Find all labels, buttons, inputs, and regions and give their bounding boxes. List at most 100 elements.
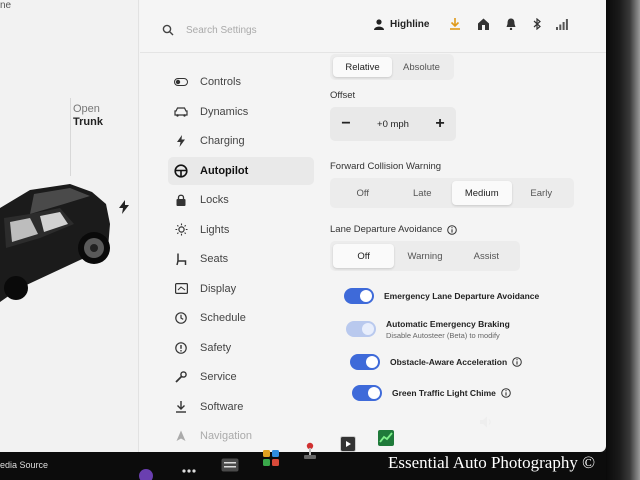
fcw-option-late[interactable]: Late xyxy=(393,181,453,205)
fcw-option-early[interactable]: Early xyxy=(512,181,572,205)
sidebar-item-label: Display xyxy=(200,282,237,295)
offset-label: Offset xyxy=(330,90,356,101)
fcw-option-off[interactable]: Off xyxy=(333,181,393,205)
sidebar-item-safety[interactable]: Safety xyxy=(168,334,314,362)
download-icon xyxy=(174,400,188,414)
display-icon xyxy=(174,282,188,296)
fcw-selector: Off Late Medium Early xyxy=(330,178,574,208)
lda-option-assist[interactable]: Assist xyxy=(456,244,517,268)
settings-screen: ne Open Trunk H xyxy=(0,0,606,452)
toggle-sublabel: Disable Autosteer (Beta) to modify xyxy=(386,330,500,340)
photo-watermark: Essential Auto Photography © xyxy=(388,453,595,472)
clock-icon xyxy=(174,311,188,325)
lda-label: Lane Departure Avoidance xyxy=(330,224,592,235)
sidebar-item-label: Safety xyxy=(200,341,232,354)
toggle-icon xyxy=(174,75,188,89)
seat-icon xyxy=(174,252,188,266)
sidebar-item-label: Software xyxy=(200,400,244,413)
lda-option-off[interactable]: Off xyxy=(333,244,395,268)
sidebar-item-locks[interactable]: Locks xyxy=(168,186,314,214)
sidebar-item-software[interactable]: Software xyxy=(168,393,314,421)
bolt-icon xyxy=(174,134,188,148)
toggle-label: Automatic Emergency Braking xyxy=(386,318,510,329)
lda-option-warning[interactable]: Warning xyxy=(394,244,455,268)
offset-value: +0 mph xyxy=(377,118,409,130)
navigation-icon xyxy=(174,429,188,443)
green-traffic-light-chime-toggle[interactable] xyxy=(352,385,382,401)
sidebar-item-label: Controls xyxy=(200,76,241,88)
sidebar-item-dynamics[interactable]: Dynamics xyxy=(168,98,314,126)
car-top-text: ne xyxy=(0,0,12,11)
toggle-row-aeb: Automatic Emergency Braking Disable Auto… xyxy=(346,318,592,340)
sidebar-item-schedule[interactable]: Schedule xyxy=(168,304,314,332)
more-icon[interactable] xyxy=(182,469,196,473)
lock-icon xyxy=(174,193,188,207)
speed-mode-absolute[interactable]: Absolute xyxy=(392,57,451,77)
settings-sidebar: Controls Dynamics Charging Autopilot Loc… xyxy=(168,68,314,452)
settings-header: Highline xyxy=(140,0,606,53)
toggle-row-emergency-lane: Emergency Lane Departure Avoidance xyxy=(344,285,592,307)
person-icon xyxy=(374,19,384,30)
sidebar-item-label: Dynamics xyxy=(200,105,249,118)
profile-name: Highline xyxy=(390,19,430,30)
volume-icon[interactable] xyxy=(480,416,492,428)
chart-icon[interactable] xyxy=(378,430,394,446)
bluetooth-icon[interactable] xyxy=(533,18,541,30)
offset-stepper: − +0 mph + xyxy=(330,107,456,141)
sidebar-item-lights[interactable]: Lights xyxy=(168,216,314,244)
obstacle-aware-acceleration-toggle[interactable] xyxy=(350,354,380,370)
bell-icon[interactable] xyxy=(506,18,516,30)
sidebar-item-label: Service xyxy=(200,371,237,383)
info-icon[interactable] xyxy=(501,388,511,398)
fcw-option-medium[interactable]: Medium xyxy=(452,181,512,205)
wrench-icon xyxy=(174,370,188,384)
toggle-row-obstacle: Obstacle-Aware Acceleration xyxy=(350,351,592,373)
speed-mode-relative[interactable]: Relative xyxy=(333,57,392,77)
signal-icon xyxy=(556,19,568,30)
toggle-row-green-light: Green Traffic Light Chime xyxy=(352,382,592,404)
sidebar-item-seats[interactable]: Seats xyxy=(168,245,314,273)
sidebar-item-charging[interactable]: Charging xyxy=(168,127,314,155)
sidebar-item-controls[interactable]: Controls xyxy=(168,68,314,96)
sidebar-item-label: Seats xyxy=(200,253,229,265)
app-icon[interactable] xyxy=(138,468,154,480)
trunk-divider xyxy=(70,98,71,176)
home-icon[interactable] xyxy=(478,18,489,30)
media-source-label[interactable]: edia Source xyxy=(0,460,48,470)
info-icon[interactable] xyxy=(447,224,458,235)
sidebar-item-service[interactable]: Service xyxy=(168,363,314,391)
charge-bolt-icon xyxy=(119,200,129,214)
sidebar-item-autopilot[interactable]: Autopilot xyxy=(168,156,314,185)
sidebar-item-label: Lights xyxy=(200,223,230,236)
trunk-button[interactable]: Trunk xyxy=(73,116,103,128)
car-panel: ne Open Trunk xyxy=(0,0,139,452)
game-icon[interactable] xyxy=(262,449,280,467)
joystick-icon[interactable] xyxy=(303,442,317,460)
info-icon[interactable] xyxy=(512,357,522,367)
alert-icon xyxy=(174,341,188,355)
automatic-emergency-braking-toggle xyxy=(346,321,376,337)
fcw-label: Forward Collision Warning xyxy=(330,161,442,172)
trunk-open-label[interactable]: Open xyxy=(73,103,100,115)
sidebar-item-display[interactable]: Display xyxy=(168,275,314,303)
card-icon[interactable] xyxy=(221,458,239,472)
screen-bezel xyxy=(606,0,640,480)
theater-icon[interactable] xyxy=(340,436,356,452)
offset-decrease-button[interactable]: − xyxy=(338,115,354,133)
sidebar-item-navigation[interactable]: Navigation xyxy=(168,422,314,450)
search-icon xyxy=(162,24,174,36)
steering-wheel-icon xyxy=(174,163,188,178)
offset-increase-button[interactable]: + xyxy=(432,115,448,133)
download-icon[interactable] xyxy=(450,18,460,30)
sidebar-item-label: Charging xyxy=(200,135,245,147)
toggle-label: Obstacle-Aware Acceleration xyxy=(390,357,508,367)
sidebar-item-label: Autopilot xyxy=(200,164,249,177)
search-input[interactable] xyxy=(184,19,358,41)
lda-selector: Off Warning Assist xyxy=(330,241,520,271)
sidebar-item-label: Schedule xyxy=(200,312,246,324)
emergency-lane-departure-toggle[interactable] xyxy=(344,288,374,304)
toggle-label: Emergency Lane Departure Avoidance xyxy=(384,291,540,301)
driver-profile[interactable]: Highline xyxy=(374,19,429,30)
car-image xyxy=(0,184,110,302)
speed-mode-selector: Relative Absolute xyxy=(330,54,454,80)
